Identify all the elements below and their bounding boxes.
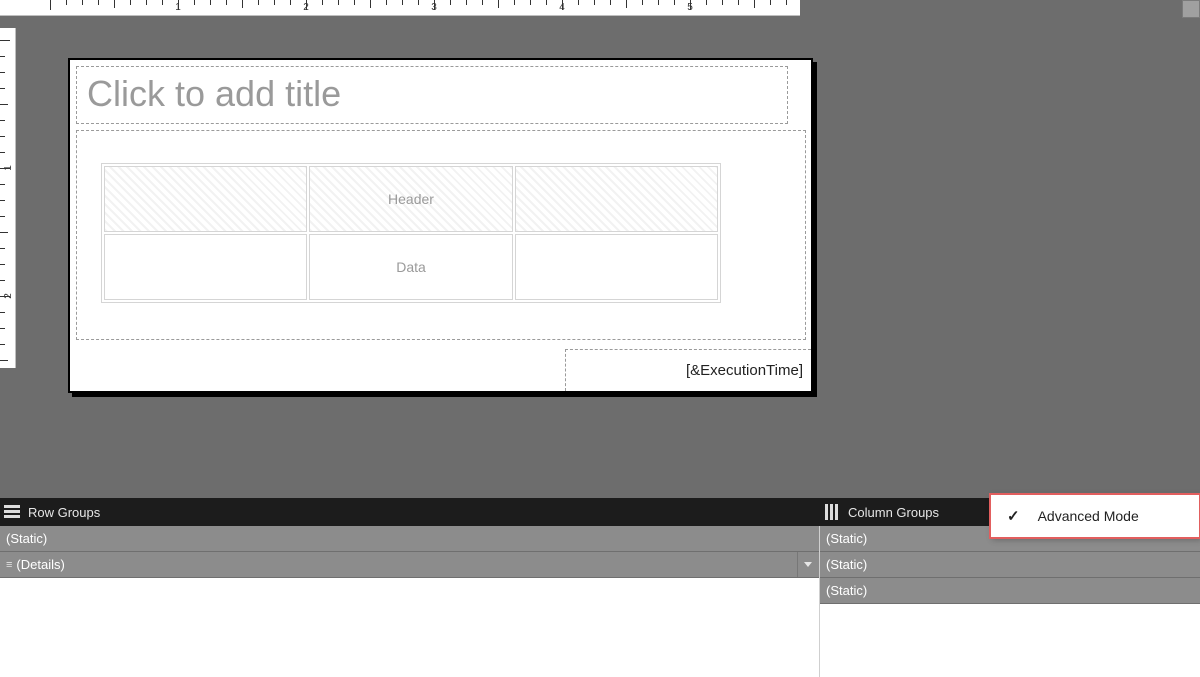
row-group-item[interactable]: (Static) xyxy=(0,526,819,552)
tablix-header-row[interactable]: Header xyxy=(104,166,718,232)
tablix-header-cell[interactable] xyxy=(104,166,307,232)
report-page[interactable]: Click to add title Header Data [&Executi… xyxy=(68,58,813,393)
advanced-mode-menu-item[interactable]: ✓ Advanced Mode xyxy=(990,494,1200,538)
vertical-ruler: 12 xyxy=(0,28,16,368)
tablix-data-cell[interactable] xyxy=(515,234,718,300)
column-groups-title: Column Groups xyxy=(848,505,939,520)
row-groups-list[interactable]: (Static) (Details) xyxy=(0,526,820,677)
column-groups-icon xyxy=(824,504,840,520)
column-group-item[interactable]: (Static) xyxy=(820,578,1200,604)
column-group-item[interactable]: (Static) xyxy=(820,552,1200,578)
checkmark-icon: ✓ xyxy=(1007,507,1020,525)
advanced-mode-label: Advanced Mode xyxy=(1038,508,1139,524)
tablix-data-row[interactable]: Data xyxy=(104,234,718,300)
page-footer-execution-time[interactable]: [&ExecutionTime] xyxy=(565,349,811,391)
report-body[interactable]: Header Data xyxy=(76,130,806,340)
row-group-label: (Details) xyxy=(16,552,64,578)
tablix[interactable]: Header Data xyxy=(101,163,721,303)
design-canvas[interactable]: Click to add title Header Data [&Executi… xyxy=(18,18,1200,498)
tablix-data-cell[interactable]: Data xyxy=(309,234,512,300)
report-title-placeholder[interactable]: Click to add title xyxy=(76,66,788,124)
row-group-item[interactable]: (Details) xyxy=(0,552,819,578)
horizontal-ruler: 12345 xyxy=(0,0,800,16)
column-groups-list[interactable]: (Static) (Static) (Static) xyxy=(820,526,1200,677)
scrollbar-corner[interactable] xyxy=(1182,0,1200,18)
row-groups-icon xyxy=(4,504,20,520)
row-group-dropdown[interactable] xyxy=(797,552,817,577)
tablix-header-cell[interactable] xyxy=(515,166,718,232)
tablix-data-cell[interactable] xyxy=(104,234,307,300)
tablix-header-cell[interactable]: Header xyxy=(309,166,512,232)
row-groups-title: Row Groups xyxy=(28,505,100,520)
